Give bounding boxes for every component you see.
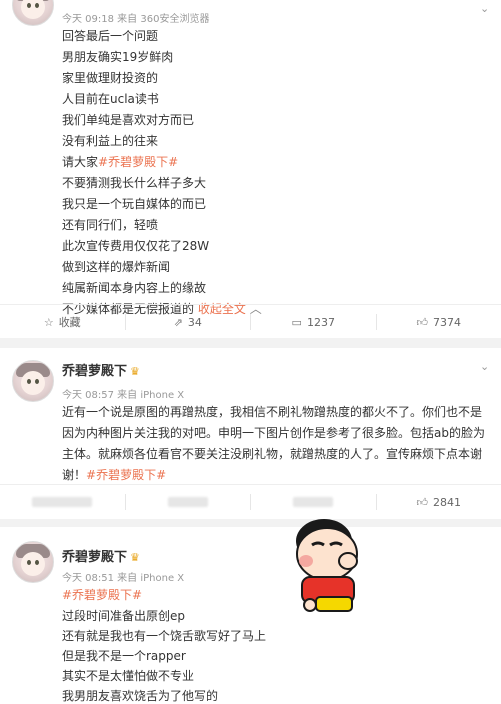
post-time: 今天 08:51 来自 iPhone X [62, 569, 184, 584]
like-button[interactable]: 👍︎ 7374 [376, 314, 501, 330]
cartoon-sticker-image [272, 509, 382, 619]
post-line: 请大家#乔碧萝殿下# [62, 153, 178, 170]
post-line: 回答最后一个问题 [62, 27, 158, 44]
avatar-eye [27, 379, 31, 384]
avatar-face [21, 0, 45, 19]
post-line: 不要猜测我长什么样子多大 [62, 174, 206, 191]
post-time: 今天 08:57 来自 iPhone X [62, 386, 184, 401]
crown-badge-icon: ♛ [130, 365, 140, 378]
star-icon: ☆ [44, 316, 54, 329]
post-line: 但是我不是一个rapper [62, 647, 186, 664]
avatar-face [21, 371, 45, 395]
post-text: 请大家 [62, 155, 98, 169]
blurred-area [32, 497, 92, 507]
crown-badge-icon: ♛ [130, 551, 140, 564]
hashtag-link[interactable]: #乔碧萝殿下# [62, 586, 142, 603]
hashtag-link[interactable]: #乔碧萝殿下# [98, 155, 178, 169]
post-time: 今天 09:18 来自 360安全浏览器 [62, 10, 209, 25]
post-line: 男朋友确实19岁鲜肉 [62, 48, 173, 65]
avatar[interactable] [12, 541, 54, 583]
comment-button[interactable]: ▭ 1237 [250, 314, 376, 330]
post-actions: 👍︎ 2841 [0, 484, 501, 519]
username-text: 乔碧萝殿下 [62, 364, 127, 379]
post-line: 过段时间准备出原创ep [62, 607, 185, 624]
post-line: 家里做理财投资的 [62, 69, 158, 86]
username-text: 乔碧萝殿下 [62, 550, 127, 565]
weibo-post-1: 今天 09:18 来自 360安全浏览器 ⌄ 回答最后一个问题 男朋友确实19岁… [0, 0, 501, 336]
post-line: 人目前在ucla读书 [62, 90, 159, 107]
post-line: 我们单纯是喜欢对方而已 [62, 111, 194, 128]
comment-icon: ▭ [292, 316, 302, 329]
repost-button[interactable]: ⇗ 34 [125, 314, 251, 330]
thumbs-up-icon: 👍︎ [417, 496, 429, 509]
avatar[interactable] [12, 0, 54, 26]
post-line: 此次宣传费用仅仅花了28W [62, 237, 209, 254]
comment-button[interactable] [250, 494, 376, 510]
comment-count: 1237 [307, 316, 335, 329]
repost-count: 34 [188, 316, 202, 329]
more-icon[interactable]: ⌄ [480, 360, 489, 373]
avatar-eye [35, 560, 39, 565]
avatar-eye [27, 3, 31, 8]
like-button[interactable]: 👍︎ 2841 [376, 494, 501, 510]
fav-button[interactable]: ☆ 收藏 [0, 305, 125, 339]
more-icon[interactable]: ⌄ [480, 2, 489, 15]
repost-button[interactable] [125, 494, 251, 510]
post-line: 还有就是我也有一个饶舌歌写好了马上 [62, 627, 266, 644]
fav-button[interactable] [0, 485, 125, 519]
post-line: 我只是一个玩自媒体的而已 [62, 195, 206, 212]
like-count: 7374 [433, 316, 461, 329]
post-line: 我男朋友喜欢饶舌为了他写的 [62, 687, 218, 704]
avatar-eye [35, 379, 39, 384]
username[interactable]: 乔碧萝殿下♛ [62, 546, 140, 565]
avatar-face [21, 552, 45, 576]
like-count: 2841 [433, 496, 461, 509]
post-line: 做到这样的爆炸新闻 [62, 258, 170, 275]
username[interactable]: 乔碧萝殿下♛ [62, 360, 140, 379]
avatar[interactable] [12, 360, 54, 402]
post-text: 近有一个说是原图的再蹭热度，我相信不刷礼物蹭热度的都火不了。你们也不是因为内种图… [62, 402, 490, 486]
avatar-eye [35, 3, 39, 8]
weibo-post-3: 乔碧萝殿下♛ 今天 08:51 来自 iPhone X #乔碧萝殿下# 过段时间… [0, 527, 501, 695]
section-divider [0, 519, 501, 527]
share-icon: ⇗ [174, 316, 183, 329]
post-line: 纯属新闻本身内容上的缘故 [62, 279, 206, 296]
thumbs-up-icon: 👍︎ [417, 316, 429, 329]
hashtag-link[interactable]: #乔碧萝殿下# [86, 468, 166, 482]
blurred-area [168, 497, 208, 507]
post-line: 其实不是太懂怕做不专业 [62, 667, 194, 684]
post-line: 没有利益上的往来 [62, 132, 158, 149]
post-line: 还有同行们，轻喷 [62, 216, 158, 233]
avatar-eye [27, 560, 31, 565]
fav-label: 收藏 [59, 314, 81, 330]
blurred-area [293, 497, 333, 507]
post-actions: ☆ 收藏 ⇗ 34 ▭ 1237 👍︎ 7374 [0, 304, 501, 339]
section-divider [0, 338, 501, 348]
